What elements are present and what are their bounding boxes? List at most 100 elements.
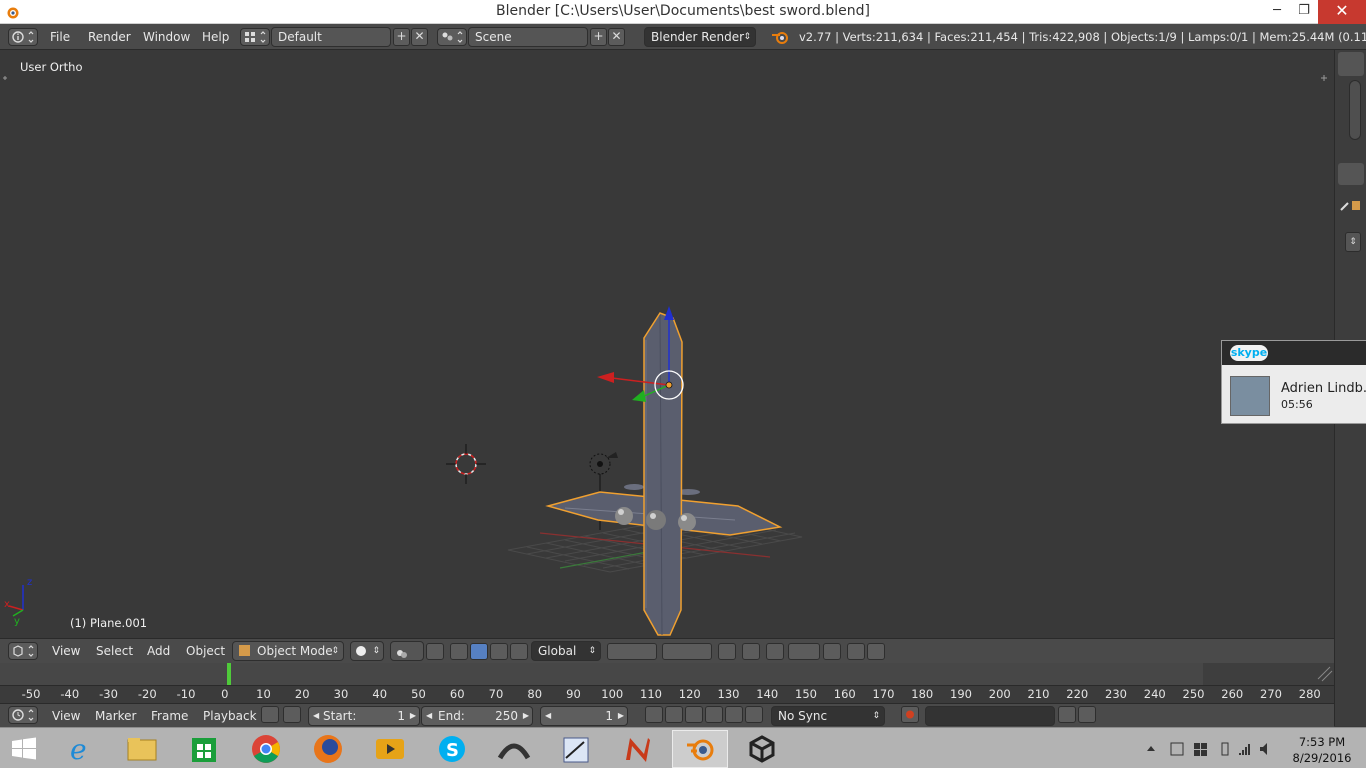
system-clock[interactable]: 7:53 PM 8/29/2016 [1292,734,1352,766]
sync-dropdown[interactable]: No Sync ⇕ [771,706,885,726]
timeline-tick: -50 [21,687,41,701]
close-button[interactable]: ✕ [1318,0,1366,24]
axis-y-label: y [14,616,20,627]
end-frame-field[interactable]: ◀ End: 250 ▶ [421,706,533,726]
minimize-button[interactable]: ─ [1262,0,1292,24]
translate-manipulator-icon[interactable] [470,643,488,660]
orientation-dropdown[interactable]: Global ⇕ [531,641,601,661]
jump-keyframe-forward-icon[interactable] [725,706,743,723]
menu-view[interactable]: View [52,644,80,658]
menu-window[interactable]: Window [143,30,190,44]
scale-manipulator-icon[interactable] [510,643,528,660]
menu-help[interactable]: Help [202,30,229,44]
rotate-manipulator-icon[interactable] [490,643,508,660]
timeline-tick: 50 [411,687,426,701]
paint-app-icon[interactable] [548,730,604,768]
menu-view[interactable]: View [52,709,80,723]
jump-keyframe-back-icon[interactable] [665,706,683,723]
play-icon[interactable] [705,706,723,723]
keying-set-field[interactable] [925,706,1055,726]
proportional-edit-icon[interactable] [742,643,760,660]
editor-type-button[interactable] [8,28,38,46]
scene-icon-button[interactable] [437,28,467,46]
auto-keying-record-icon[interactable] [901,706,919,723]
manipulator-toggle-icon[interactable] [426,643,444,660]
area-corner-icon[interactable] [1316,663,1334,683]
arrow-app-icon[interactable] [486,730,542,768]
outliner-icon[interactable] [1338,52,1364,76]
add-layout-button[interactable]: + [393,28,410,46]
shading-dropdown[interactable]: ⇕ [350,641,384,661]
remove-layout-button[interactable]: ✕ [411,28,428,46]
play-reverse-icon[interactable] [685,706,703,723]
lock-range-icon[interactable] [283,706,301,723]
menu-object[interactable]: Object [186,644,225,658]
outliner-scrollbar[interactable] [1349,80,1361,140]
firefox-icon[interactable] [300,730,356,768]
timeline-area[interactable]: -50 -40 -30 -20 -10 0 10 20 30 40 50 60 70 80 90 100 110… [0,663,1334,703]
jump-start-icon[interactable] [645,706,663,723]
delete-keyframe-icon[interactable] [1078,706,1096,723]
layers-group-2[interactable] [662,643,712,660]
scene-field[interactable]: Scene [468,27,588,47]
menu-add[interactable]: Add [147,644,170,658]
3d-cursor-icon[interactable] [446,444,486,484]
properties-dropdown[interactable]: ⇕ [1345,232,1361,252]
skype-notification[interactable]: skype Adrien Lindb... 05:56 [1221,340,1366,424]
add-scene-button[interactable]: + [590,28,607,46]
jump-end-icon[interactable] [745,706,763,723]
menu-frame[interactable]: Frame [151,709,188,723]
system-tray[interactable] [1144,740,1274,758]
mode-dropdown[interactable]: Object Mode ⇕ [232,641,344,661]
timeline-tick: 60 [449,687,465,701]
render-engine-label: Blender Render [651,30,745,44]
menu-select[interactable]: Select [96,644,133,658]
properties-icon[interactable] [1338,163,1364,185]
snap-element-dropdown[interactable] [788,643,820,660]
nuke-app-icon[interactable] [610,730,666,768]
decrement-arrow-icon[interactable]: ◀ [313,707,319,725]
current-frame-indicator[interactable] [227,663,231,685]
render-engine-dropdown[interactable]: Blender Render ⇕ [644,27,756,47]
layers-group-1[interactable] [607,643,657,660]
menu-playback[interactable]: Playback [203,709,257,723]
editor-type-button[interactable] [8,642,38,660]
3d-viewport[interactable]: User Ortho (1) Plane.001 z x y [0,50,1334,638]
pivot-dropdown[interactable] [390,641,424,661]
remove-scene-button[interactable]: ✕ [608,28,625,46]
screen-layout-icon-button[interactable] [240,28,270,46]
render-animation-icon[interactable] [867,643,885,660]
blender-icon[interactable] [672,730,728,768]
menu-marker[interactable]: Marker [95,709,136,723]
increment-arrow-icon[interactable]: ▶ [410,707,416,725]
start-frame-field[interactable]: ◀ Start: 1 ▶ [308,706,420,726]
editor-type-button[interactable] [8,706,38,724]
current-frame-field[interactable]: ◀ 1 ▶ [540,706,628,726]
preview-range-icon[interactable] [261,706,279,723]
render-preview-icon[interactable] [847,643,865,660]
media-player-icon[interactable] [362,730,418,768]
store-icon[interactable] [176,730,232,768]
internet-explorer-icon[interactable]: e [52,730,108,768]
snap-target-icon[interactable] [823,643,841,660]
increment-arrow-icon[interactable]: ▶ [523,707,529,725]
sword-blade[interactable] [643,312,683,636]
insert-keyframe-icon[interactable] [1058,706,1076,723]
decrement-arrow-icon[interactable]: ◀ [545,707,551,725]
screen-layout-field[interactable]: Default [271,27,391,47]
skype-icon[interactable]: S [424,730,480,768]
unity-icon[interactable] [734,730,790,768]
snap-toggle-icon[interactable] [766,643,784,660]
menu-file[interactable]: File [50,30,70,44]
manipulator-icon[interactable] [450,643,468,660]
layer-lock-icon[interactable] [718,643,736,660]
maximize-button[interactable]: ❐ [1289,0,1319,24]
chrome-icon[interactable] [238,730,294,768]
file-explorer-icon[interactable] [114,730,170,768]
start-button[interactable] [0,730,48,768]
decrement-arrow-icon[interactable]: ◀ [426,707,432,725]
tools-icon[interactable] [1338,196,1364,216]
increment-arrow-icon[interactable]: ▶ [618,707,624,725]
timeline-ruler[interactable]: -50 -40 -30 -20 -10 0 10 20 30 40 50 60 70 80 90 100 110… [0,685,1334,703]
menu-render[interactable]: Render [88,30,131,44]
